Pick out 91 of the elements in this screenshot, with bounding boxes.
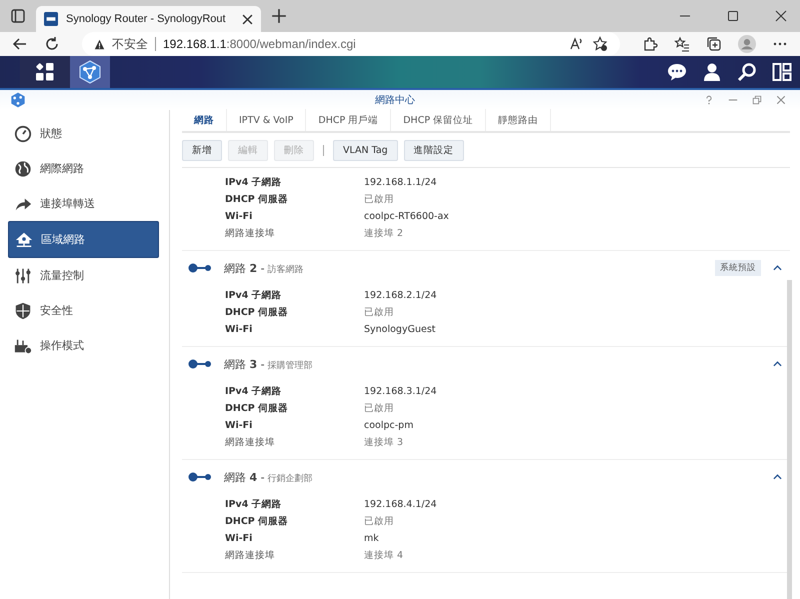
field-value: 已啟用 bbox=[364, 515, 395, 528]
toolbar-button[interactable]: 進階設定 bbox=[404, 140, 464, 160]
sidebar-item[interactable]: 安全性 bbox=[8, 293, 159, 328]
url-text: 192.168.1.1:8000/webman/index.cgi bbox=[163, 37, 356, 51]
field-value: 連接埠 3 bbox=[364, 436, 404, 449]
tab[interactable]: 靜態路由 bbox=[486, 109, 552, 131]
close-icon[interactable] bbox=[775, 10, 787, 22]
chat-icon[interactable] bbox=[667, 62, 687, 82]
tab[interactable]: IPTV & VoIP bbox=[227, 109, 306, 131]
reload-icon[interactable] bbox=[44, 36, 60, 52]
new-tab-icon[interactable] bbox=[271, 8, 287, 24]
field-label: IPv4 子網路 bbox=[225, 385, 283, 398]
network-icon bbox=[188, 263, 212, 273]
search-icon[interactable] bbox=[737, 62, 757, 82]
field-value: 已啟用 bbox=[364, 402, 395, 415]
field-label: Wi-Fi bbox=[225, 532, 254, 545]
sidebar-item[interactable]: 操作模式 bbox=[8, 328, 159, 363]
network-icon bbox=[188, 472, 212, 482]
field-label: IPv4 子網路 bbox=[225, 176, 283, 189]
favorites-icon[interactable] bbox=[674, 36, 690, 52]
field-label: IPv4 子網路 bbox=[225, 498, 283, 511]
favorite-add-icon[interactable] bbox=[592, 36, 608, 52]
help-icon[interactable] bbox=[704, 95, 714, 105]
browser-tab[interactable]: Synology Router - SynologyRout bbox=[36, 6, 261, 32]
sliders-icon bbox=[14, 266, 32, 284]
field-label: IPv4 子網路 bbox=[225, 289, 283, 302]
close-icon[interactable] bbox=[242, 14, 253, 24]
field-label: DHCP 伺服器 bbox=[225, 306, 290, 319]
warning-icon bbox=[94, 38, 105, 50]
maximize-icon[interactable] bbox=[727, 10, 739, 22]
profile-icon[interactable] bbox=[738, 35, 756, 53]
field-value: 已啟用 bbox=[364, 193, 395, 206]
shield-icon bbox=[14, 302, 32, 320]
field-label: DHCP 伺服器 bbox=[225, 193, 290, 206]
network-app-icon bbox=[10, 92, 26, 108]
sidebar-item[interactable]: 狀態 bbox=[8, 116, 159, 151]
field-value: 已啟用 bbox=[364, 306, 395, 319]
network-title: 網路 3 - 採購管理部 bbox=[224, 356, 312, 372]
field-label: 網路連接埠 bbox=[225, 549, 276, 562]
collapse-icon[interactable] bbox=[773, 265, 782, 271]
field-value: 192.168.2.1/24 bbox=[364, 289, 438, 302]
tab[interactable]: 網路 bbox=[182, 109, 227, 131]
network-app-icon bbox=[78, 60, 102, 84]
field-value: 192.168.1.1/24 bbox=[364, 176, 438, 189]
collapse-icon[interactable] bbox=[773, 361, 782, 367]
site-icon bbox=[44, 12, 58, 26]
field-value: coolpc-RT6600-ax bbox=[364, 210, 450, 223]
taskbar-app[interactable] bbox=[70, 56, 110, 88]
gauge-icon bbox=[14, 124, 32, 142]
field-label: DHCP 伺服器 bbox=[225, 515, 290, 528]
field-value: coolpc-pm bbox=[364, 419, 414, 432]
puzzle-icon[interactable] bbox=[642, 36, 658, 52]
field-label: Wi-Fi bbox=[225, 210, 254, 223]
collapse-icon[interactable] bbox=[773, 474, 782, 480]
field-label: 網路連接埠 bbox=[225, 227, 276, 240]
field-label: Wi-Fi bbox=[225, 419, 254, 432]
sidebar-item[interactable]: 流量控制 bbox=[8, 258, 159, 293]
sidebar-item[interactable]: 區域網路 bbox=[8, 221, 159, 258]
network-title: 網路 4 - 行銷企劃部 bbox=[224, 470, 312, 484]
restore-icon[interactable] bbox=[752, 95, 762, 105]
field-value: 連接埠 2 bbox=[364, 227, 404, 240]
address-bar[interactable]: 不安全 192.168.1.1:8000/webman/index.cgi bbox=[82, 32, 620, 56]
collections-icon[interactable] bbox=[706, 36, 722, 52]
main-menu-icon[interactable] bbox=[35, 62, 55, 82]
toolbar-button[interactable]: VLAN Tag bbox=[333, 140, 398, 160]
badge: 系統預設 bbox=[715, 260, 761, 276]
field-value: 192.168.3.1/24 bbox=[364, 385, 438, 398]
network-title: 網路 2 - 訪客網路 bbox=[224, 260, 304, 276]
back-icon[interactable] bbox=[12, 36, 28, 52]
sidebar-item[interactable]: 連接埠轉送 bbox=[8, 186, 159, 221]
field-label: Wi-Fi bbox=[225, 323, 254, 336]
globe-icon bbox=[14, 160, 32, 178]
widgets-icon[interactable] bbox=[772, 62, 792, 82]
field-value: SynologyGuest bbox=[364, 323, 436, 336]
window-title: 網路中心 bbox=[375, 94, 415, 107]
field-label: DHCP 伺服器 bbox=[225, 402, 290, 415]
user-icon[interactable] bbox=[702, 62, 722, 82]
sidebar-item[interactable]: 網際網路 bbox=[8, 151, 159, 186]
house-icon bbox=[15, 230, 33, 248]
field-value: 連接埠 4 bbox=[364, 549, 404, 562]
tab[interactable]: DHCP 保留位址 bbox=[391, 109, 486, 131]
scrollbar[interactable] bbox=[787, 280, 792, 599]
network-icon bbox=[188, 359, 212, 369]
tabs-icon[interactable] bbox=[10, 8, 26, 24]
field-value: 192.168.4.1/24 bbox=[364, 498, 438, 511]
field-value: mk bbox=[364, 532, 380, 545]
toolbar-button[interactable]: 新增 bbox=[182, 140, 222, 160]
field-label: 網路連接埠 bbox=[225, 436, 276, 449]
security-label: 不安全 bbox=[112, 36, 148, 52]
router-icon bbox=[14, 336, 32, 354]
tab[interactable]: DHCP 用戶端 bbox=[306, 109, 392, 131]
